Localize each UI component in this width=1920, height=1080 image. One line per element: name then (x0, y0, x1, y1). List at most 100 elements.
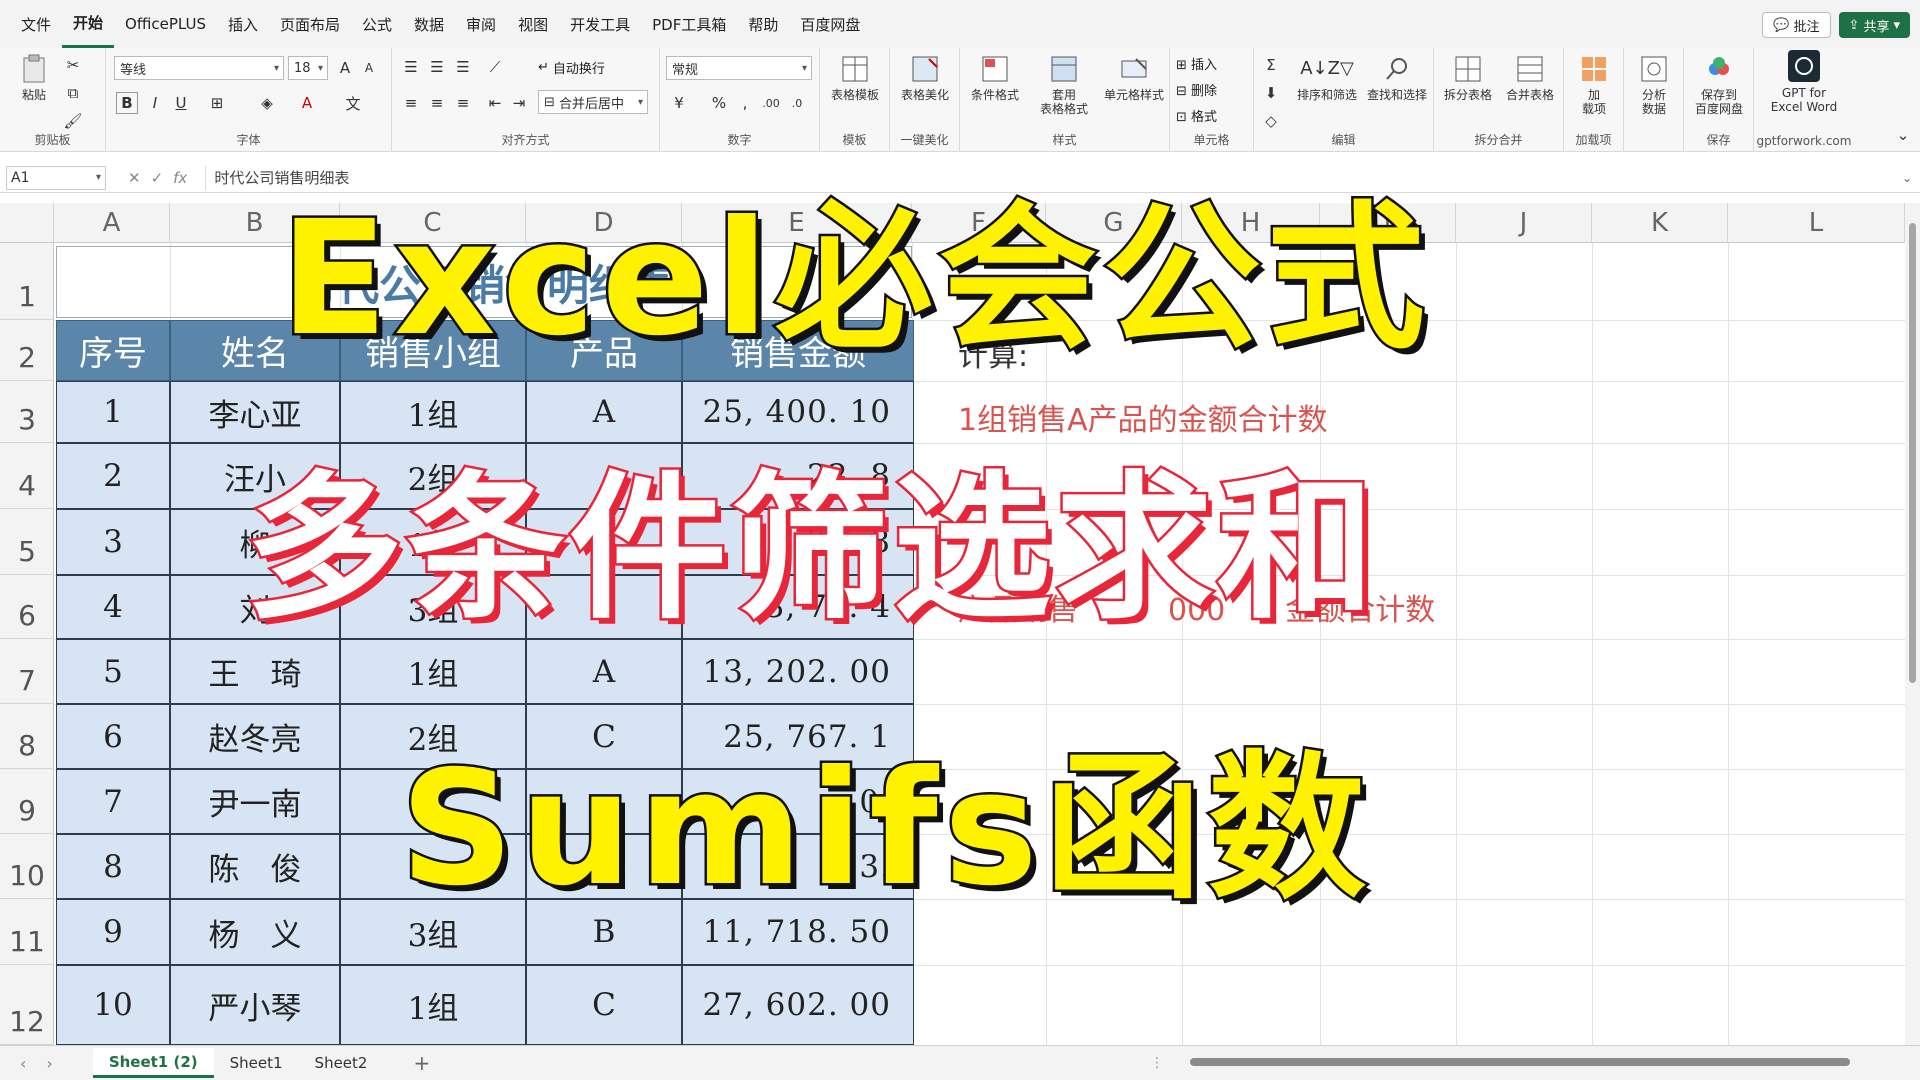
align-middle-icon[interactable]: ☰ (426, 56, 448, 78)
menu-item[interactable]: 百度网盘 (789, 0, 871, 48)
fill-icon[interactable]: ⬇ (1260, 82, 1282, 104)
align-top-icon[interactable]: ☰ (400, 56, 422, 78)
row-header[interactable]: 7 (0, 639, 54, 704)
gpt-button[interactable]: GPT for Excel Word (1758, 50, 1850, 114)
sheet-tab[interactable]: Sheet2 (299, 1048, 384, 1078)
paste-button[interactable]: 粘贴 (12, 54, 56, 102)
clear-icon[interactable]: ◇ (1260, 110, 1282, 132)
add-sheet-button[interactable]: + (413, 1051, 430, 1075)
share-button[interactable]: ⇪ 共享 ▾ (1838, 12, 1910, 38)
table-cell[interactable]: 2 (56, 443, 170, 509)
horizontal-scrollbar[interactable] (1180, 1056, 1870, 1068)
wrap-text-button[interactable]: ↵ 自动换行 (538, 58, 605, 77)
align-left-icon[interactable]: ≡ (400, 92, 422, 114)
tab-split-handle-icon[interactable]: ⋮ (1150, 1055, 1164, 1071)
table-cell[interactable]: 陈 俊 (170, 834, 340, 899)
percent-icon[interactable]: % (708, 92, 730, 114)
table-cell[interactable]: 10 (56, 965, 170, 1045)
row-header[interactable]: 11 (0, 899, 54, 965)
menu-item[interactable]: 页面布局 (269, 0, 351, 48)
vertical-scroll-thumb[interactable] (1909, 223, 1916, 683)
prev-sheet-icon[interactable]: ‹ (20, 1054, 26, 1073)
cut-icon[interactable]: ✂ (62, 54, 84, 76)
menu-item[interactable]: 开始 (62, 0, 115, 48)
row-header[interactable]: 3 (0, 381, 54, 443)
table-cell[interactable]: 1 (56, 381, 170, 443)
currency-icon[interactable]: ¥ (668, 92, 690, 114)
menu-item[interactable]: 开发工具 (559, 0, 641, 48)
number-format-select[interactable]: 常规 ▾ (666, 56, 812, 80)
conditional-format-button[interactable]: 条件格式 (964, 54, 1026, 102)
align-center-icon[interactable]: ≡ (426, 92, 448, 114)
row-header[interactable]: 2 (0, 320, 54, 381)
table-cell[interactable]: 4 (56, 575, 170, 639)
merge-center-button[interactable]: ⊟ 合并后居中 ▾ (538, 90, 648, 114)
table-cell[interactable]: 尹一南 (170, 769, 340, 834)
row-header[interactable]: 12 (0, 965, 54, 1045)
menu-item[interactable]: 数据 (403, 0, 455, 48)
column-header[interactable]: J (1456, 203, 1592, 243)
table-cell[interactable]: 7 (56, 769, 170, 834)
menu-item[interactable]: 插入 (217, 0, 269, 48)
font-color-icon[interactable]: A (296, 92, 318, 114)
align-right-icon[interactable]: ≡ (452, 92, 474, 114)
underline-icon[interactable]: U (170, 92, 192, 114)
comment-button[interactable]: 💬 批注 (1762, 12, 1831, 38)
row-header[interactable]: 8 (0, 704, 54, 769)
bold-icon[interactable]: B (116, 92, 138, 114)
column-header[interactable]: K (1592, 203, 1728, 243)
table-cell[interactable]: 杨 义 (170, 899, 340, 965)
format-cells-button[interactable]: ⊡ 格式 (1176, 106, 1217, 125)
autosum-icon[interactable]: Σ (1260, 54, 1282, 76)
table-header-cell[interactable]: 序号 (56, 320, 170, 381)
menu-item[interactable]: 帮助 (737, 0, 789, 48)
analyze-data-button[interactable]: 分析 数据 (1626, 54, 1682, 116)
insert-cells-button[interactable]: ⊞ 插入 (1176, 54, 1217, 73)
delete-cells-button[interactable]: ⊟ 删除 (1176, 80, 1217, 99)
row-header[interactable]: 10 (0, 834, 54, 899)
save-to-baidu-button[interactable]: 保存到 百度网盘 (1686, 54, 1752, 116)
next-sheet-icon[interactable]: › (46, 1054, 52, 1073)
font-size-select[interactable]: 18 ▾ (288, 56, 328, 80)
menu-item[interactable]: 公式 (351, 0, 403, 48)
row-header[interactable]: 9 (0, 769, 54, 834)
indent-increase-icon[interactable]: ⇥ (508, 92, 530, 114)
font-grow-icon[interactable]: A (334, 57, 356, 79)
menu-item[interactable]: 审阅 (455, 0, 507, 48)
increase-decimal-icon[interactable]: .00 (760, 92, 782, 114)
row-header[interactable]: 1 (0, 243, 54, 320)
table-cell[interactable]: 赵冬亮 (170, 704, 340, 769)
table-beautify-button[interactable]: 表格美化 (894, 54, 956, 102)
cell-styles-button[interactable]: 单元格样式 (1100, 54, 1168, 102)
indent-decrease-icon[interactable]: ⇤ (484, 92, 506, 114)
format-painter-icon[interactable]: 🖌 (62, 110, 84, 132)
insert-function-icon[interactable]: fx (173, 169, 187, 187)
format-as-table-button[interactable]: 套用 表格格式 (1030, 54, 1098, 116)
phonetic-icon[interactable]: 文 (342, 92, 364, 114)
table-cell[interactable]: 3 (56, 509, 170, 575)
table-cell[interactable]: 严小琴 (170, 965, 340, 1045)
table-cell[interactable]: 1组 (340, 965, 526, 1045)
table-cell[interactable]: 8 (56, 834, 170, 899)
menu-item[interactable]: 文件 (10, 0, 62, 48)
merge-table-button[interactable]: 合并表格 (1500, 54, 1560, 102)
column-header[interactable]: A (54, 203, 170, 243)
split-table-button[interactable]: 拆分表格 (1438, 54, 1498, 102)
menu-item[interactable]: PDF工具箱 (641, 0, 737, 48)
fill-color-icon[interactable]: ◈ (256, 92, 278, 114)
row-header[interactable]: 6 (0, 575, 54, 639)
cancel-icon[interactable]: ✕ (128, 169, 141, 187)
table-cell[interactable]: 5 (56, 639, 170, 704)
decrease-decimal-icon[interactable]: .0 (786, 92, 808, 114)
border-icon[interactable]: ⊞ (206, 92, 228, 114)
addins-button[interactable]: 加 载项 (1566, 54, 1622, 116)
align-bottom-icon[interactable]: ☰ (452, 56, 474, 78)
name-box[interactable]: A1 ▾ (6, 165, 106, 190)
row-header[interactable]: 4 (0, 443, 54, 509)
column-header[interactable]: L (1728, 203, 1905, 243)
comma-icon[interactable]: , (734, 92, 756, 114)
expand-formula-icon[interactable]: ⌄ (1902, 171, 1912, 185)
sheet-tab[interactable]: Sheet1 (214, 1048, 299, 1078)
menu-item[interactable]: 视图 (507, 0, 559, 48)
table-cell[interactable]: 27, 602. 00 (682, 965, 914, 1045)
